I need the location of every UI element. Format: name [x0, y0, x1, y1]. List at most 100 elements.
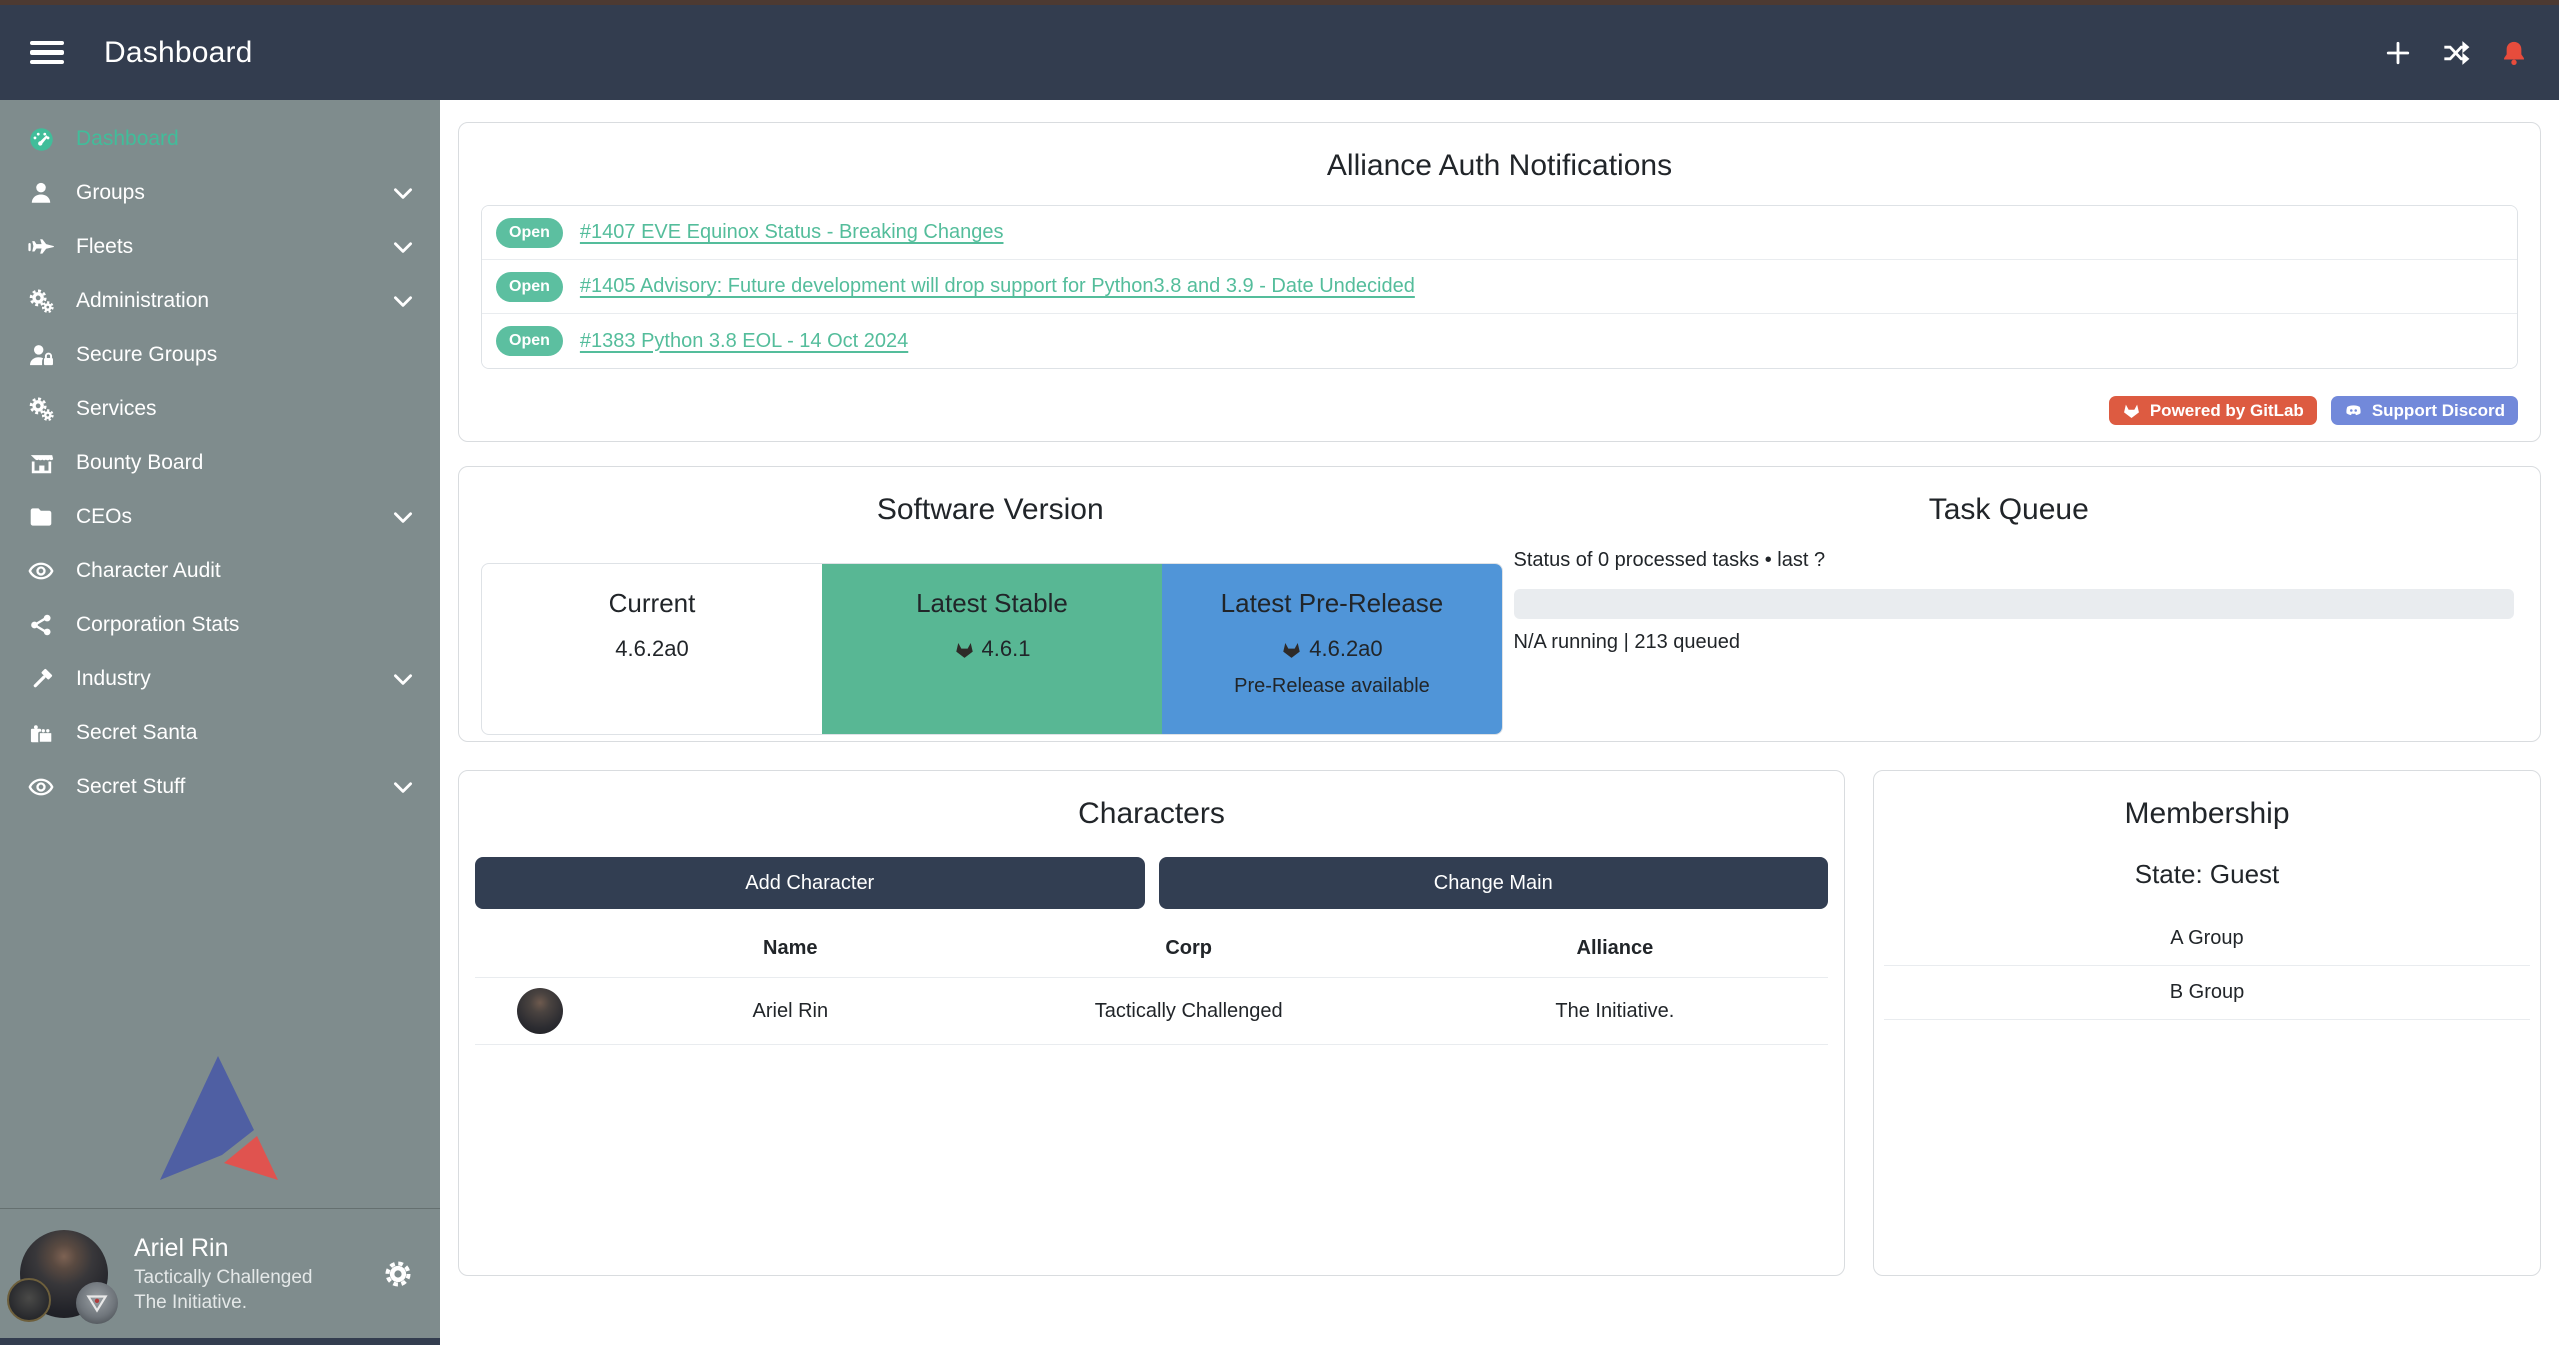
characters-panel: Characters Add Character Change Main Nam… — [458, 770, 1845, 1276]
alliance-logo-badge — [76, 1282, 118, 1324]
cell-corp: Tactically Challenged — [976, 1000, 1402, 1023]
sidebar-item-secure-groups[interactable]: Secure Groups — [0, 328, 440, 382]
bell-icon[interactable] — [2499, 38, 2529, 68]
notification-row: Open #1407 EVE Equinox Status - Breaking… — [482, 206, 2517, 260]
prerelease-note: Pre-Release available — [1162, 675, 1502, 698]
chevron-down-icon — [390, 666, 416, 692]
badge-label: Support Discord — [2372, 401, 2505, 421]
sidebar-item-groups[interactable]: Groups — [0, 166, 440, 220]
sidebar-footer-strip — [0, 1338, 440, 1345]
membership-state: State: Guest — [1874, 859, 2540, 890]
membership-panel: Membership State: Guest A Group B Group — [1873, 770, 2541, 1276]
sidebar-item-label: Secret Stuff — [76, 775, 390, 799]
chevron-down-icon — [390, 774, 416, 800]
support-discord-badge[interactable]: Support Discord — [2331, 396, 2518, 425]
sidebar-menu: Dashboard Groups — [0, 100, 440, 814]
sidebar-item-secret-stuff[interactable]: Secret Stuff — [0, 760, 440, 814]
characters-title: Characters — [475, 797, 1828, 831]
notifications-list: Open #1407 EVE Equinox Status - Breaking… — [481, 205, 2518, 369]
main-content: Alliance Auth Notifications Open #1407 E… — [440, 100, 2559, 1345]
version-current: Current 4.6.2a0 — [482, 564, 822, 734]
sidebar-item-administration[interactable]: Administration — [0, 274, 440, 328]
header-name: Name — [605, 937, 976, 960]
user-lock-icon — [22, 342, 60, 368]
corp-logo-badge — [7, 1278, 51, 1322]
task-queue-caption: N/A running | 213 queued — [1514, 631, 2515, 654]
gitlab-icon — [1281, 639, 1302, 660]
page-title: Dashboard — [104, 36, 253, 70]
sidebar-item-services[interactable]: Services — [0, 382, 440, 436]
add-character-button[interactable]: Add Character — [475, 857, 1145, 909]
sidebar-item-dashboard[interactable]: Dashboard — [0, 112, 440, 166]
fighter-jet-icon — [22, 234, 60, 260]
share-nodes-icon — [22, 612, 60, 638]
sidebar: Dashboard Groups — [0, 100, 440, 1345]
status-badge: Open — [496, 272, 563, 302]
powered-by-gitlab-badge[interactable]: Powered by GitLab — [2109, 396, 2317, 425]
characters-table: Name Corp Alliance Ariel Rin Tactically … — [475, 919, 1828, 1045]
list-item: A Group — [1884, 912, 2530, 966]
version-latest-prerelease: Latest Pre-Release 4.6.2a0 Pre-Release a… — [1162, 564, 1502, 734]
sidebar-item-industry[interactable]: Industry — [0, 652, 440, 706]
change-main-button[interactable]: Change Main — [1159, 857, 1829, 909]
gitlab-icon — [2122, 401, 2141, 420]
task-queue-section: Task Queue Status of 0 processed tasks •… — [1500, 493, 2519, 741]
table-row: Ariel Rin Tactically Challenged The Init… — [475, 977, 1828, 1045]
eye-icon — [22, 558, 60, 584]
user-corp: Tactically Challenged — [134, 1265, 313, 1290]
user-alliance: The Initiative. — [134, 1290, 313, 1315]
header-alliance: Alliance — [1402, 937, 1828, 960]
membership-title: Membership — [1874, 797, 2540, 831]
folder-icon — [22, 504, 60, 530]
sidebar-item-label: Groups — [76, 181, 390, 205]
gears-icon — [22, 396, 60, 422]
sidebar-item-ceos[interactable]: CEOs — [0, 490, 440, 544]
settings-gear-icon[interactable] — [382, 1258, 414, 1290]
sidebar-item-label: Fleets — [76, 235, 390, 259]
sidebar-item-label: CEOs — [76, 505, 390, 529]
task-queue-progressbar — [1514, 589, 2515, 619]
chevron-down-icon — [390, 504, 416, 530]
chevron-down-icon — [390, 234, 416, 260]
sidebar-item-character-audit[interactable]: Character Audit — [0, 544, 440, 598]
sidebar-item-label: Services — [76, 397, 416, 421]
notification-link[interactable]: #1405 Advisory: Future development will … — [580, 275, 1415, 298]
sidebar-item-corporation-stats[interactable]: Corporation Stats — [0, 598, 440, 652]
status-badge: Open — [496, 326, 563, 356]
alliance-auth-logo — [160, 1056, 280, 1182]
sidebar-item-label: Industry — [76, 667, 390, 691]
version-box: Current 4.6.2a0 Latest Stable 4.6.1 Late… — [481, 563, 1503, 735]
chevron-down-icon — [390, 180, 416, 206]
cell-alliance: The Initiative. — [1402, 1000, 1828, 1023]
sidebar-item-label: Administration — [76, 289, 390, 313]
top-navbar: Dashboard — [0, 5, 2559, 100]
notifications-panel: Alliance Auth Notifications Open #1407 E… — [458, 122, 2541, 442]
notifications-title: Alliance Auth Notifications — [481, 149, 2518, 183]
gitlab-icon — [954, 639, 975, 660]
badge-label: Powered by GitLab — [2150, 401, 2304, 421]
sidebar-item-fleets[interactable]: Fleets — [0, 220, 440, 274]
status-badge: Open — [496, 218, 563, 248]
header-corp: Corp — [976, 937, 1402, 960]
sidebar-item-bounty-board[interactable]: Bounty Board — [0, 436, 440, 490]
character-avatar — [517, 988, 563, 1034]
sidebar-item-label: Bounty Board — [76, 451, 416, 475]
user-name: Ariel Rin — [134, 1232, 313, 1265]
notification-row: Open #1405 Advisory: Future development … — [482, 260, 2517, 314]
sidebar-item-label: Secret Santa — [76, 721, 416, 745]
list-item: B Group — [1884, 966, 2530, 1020]
shuffle-icon[interactable] — [2441, 38, 2471, 68]
sidebar-item-label: Character Audit — [76, 559, 416, 583]
sidebar-item-label: Secure Groups — [76, 343, 416, 367]
task-queue-status: Status of 0 processed tasks • last ? — [1514, 549, 2515, 572]
menu-icon[interactable] — [30, 41, 64, 65]
chevron-down-icon — [390, 288, 416, 314]
shop-icon — [22, 450, 60, 476]
notification-link[interactable]: #1383 Python 3.8 EOL - 14 Oct 2024 — [580, 330, 908, 353]
software-version-title: Software Version — [481, 493, 1500, 527]
sidebar-item-secret-santa[interactable]: Secret Santa — [0, 706, 440, 760]
add-icon[interactable] — [2383, 38, 2413, 68]
gifts-icon — [22, 720, 60, 746]
sidebar-item-label: Corporation Stats — [76, 613, 416, 637]
notification-link[interactable]: #1407 EVE Equinox Status - Breaking Chan… — [580, 221, 1004, 244]
